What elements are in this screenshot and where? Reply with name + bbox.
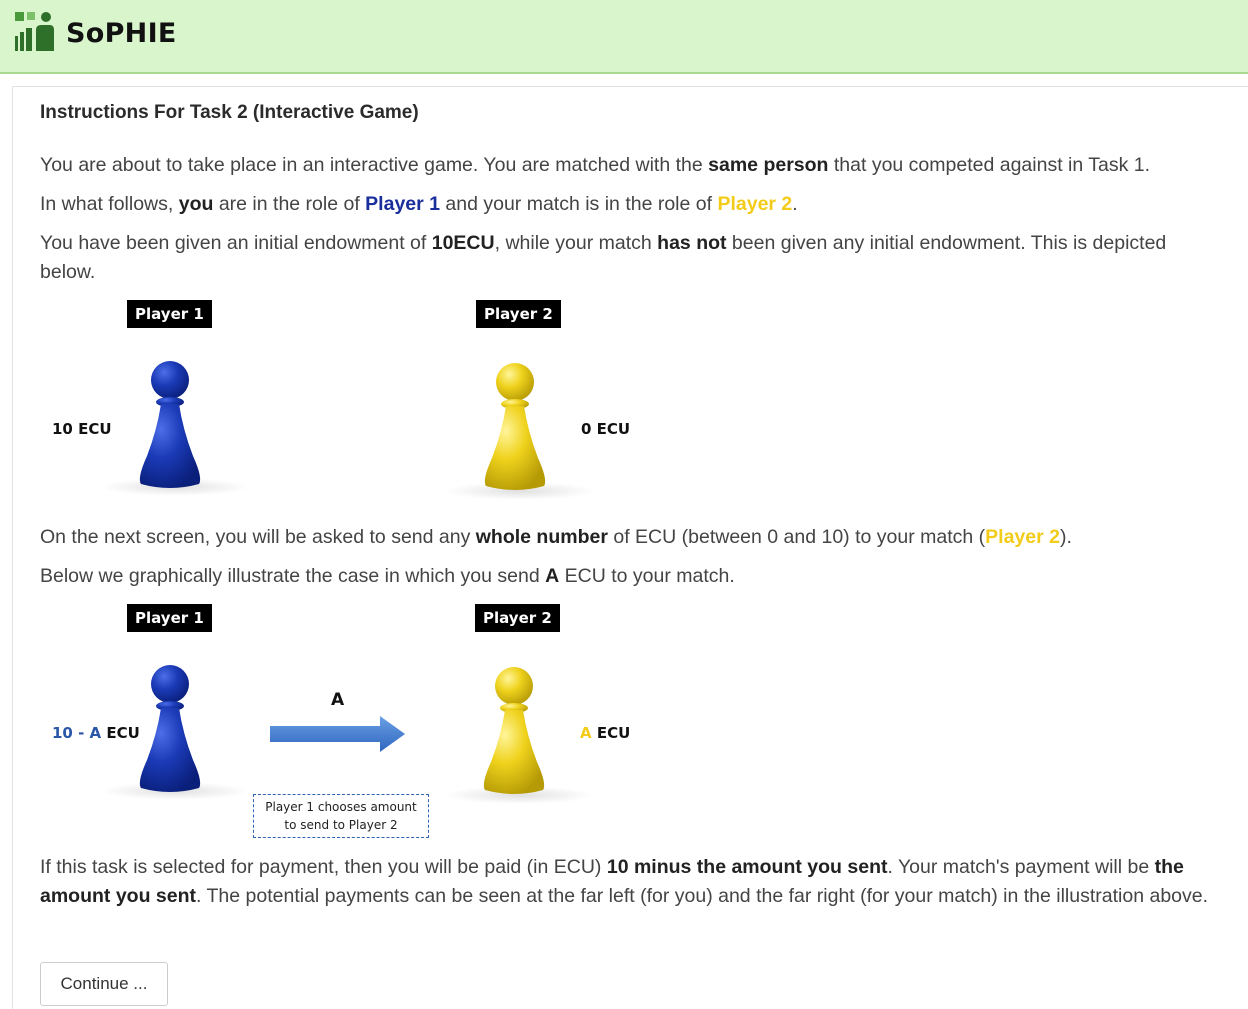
- intro-paragraph: You are about to take place in an intera…: [40, 154, 1151, 176]
- instruction-paragraph: On the next screen, you will be asked to…: [40, 526, 1072, 548]
- blue-pawn-icon: [139, 361, 201, 488]
- endowment-paragraph: You have been given an initial endowment…: [40, 232, 1167, 283]
- player2-payoff: A ECU: [580, 724, 631, 742]
- transfer-arrow-icon: [270, 716, 405, 752]
- payment-paragraph: If this task is selected for payment, th…: [40, 856, 1209, 907]
- page-title: Instructions For Task 2 (Interactive Gam…: [40, 102, 419, 123]
- app-header: SoPHIE: [0, 0, 1248, 74]
- yellow-pawn-icon: [484, 363, 546, 490]
- player2-role-label: Player 2: [717, 193, 793, 215]
- arrow-amount-label: A: [331, 690, 345, 710]
- player1-tag: Player 1: [127, 604, 212, 632]
- sophie-logo-icon: [15, 12, 54, 51]
- brand-name: SoPHIE: [66, 18, 177, 49]
- yellow-pawn-icon: [483, 667, 545, 794]
- player2-tag: Player 2: [476, 300, 561, 328]
- player1-role-label: Player 1: [365, 193, 440, 215]
- role-paragraph: In what follows, you are in the role of …: [40, 193, 798, 215]
- endowment-figure: Player 1 Player 2 10 ECU 0 ECU: [40, 298, 680, 508]
- arrow-note: Player 1 chooses amount to send to Playe…: [253, 794, 429, 838]
- player2-tag: Player 2: [475, 604, 560, 632]
- illustration-paragraph: Below we graphically illustrate the case…: [40, 565, 735, 587]
- player1-amount: 10 ECU: [52, 420, 112, 438]
- player2-amount: 0 ECU: [581, 420, 631, 438]
- player1-tag: Player 1: [127, 300, 212, 328]
- continue-button[interactable]: Continue ...: [40, 962, 168, 1006]
- transfer-figure: Player 1 Player 2 10 - A ECU A ECU A Pla…: [40, 602, 680, 847]
- blue-pawn-icon: [139, 665, 201, 792]
